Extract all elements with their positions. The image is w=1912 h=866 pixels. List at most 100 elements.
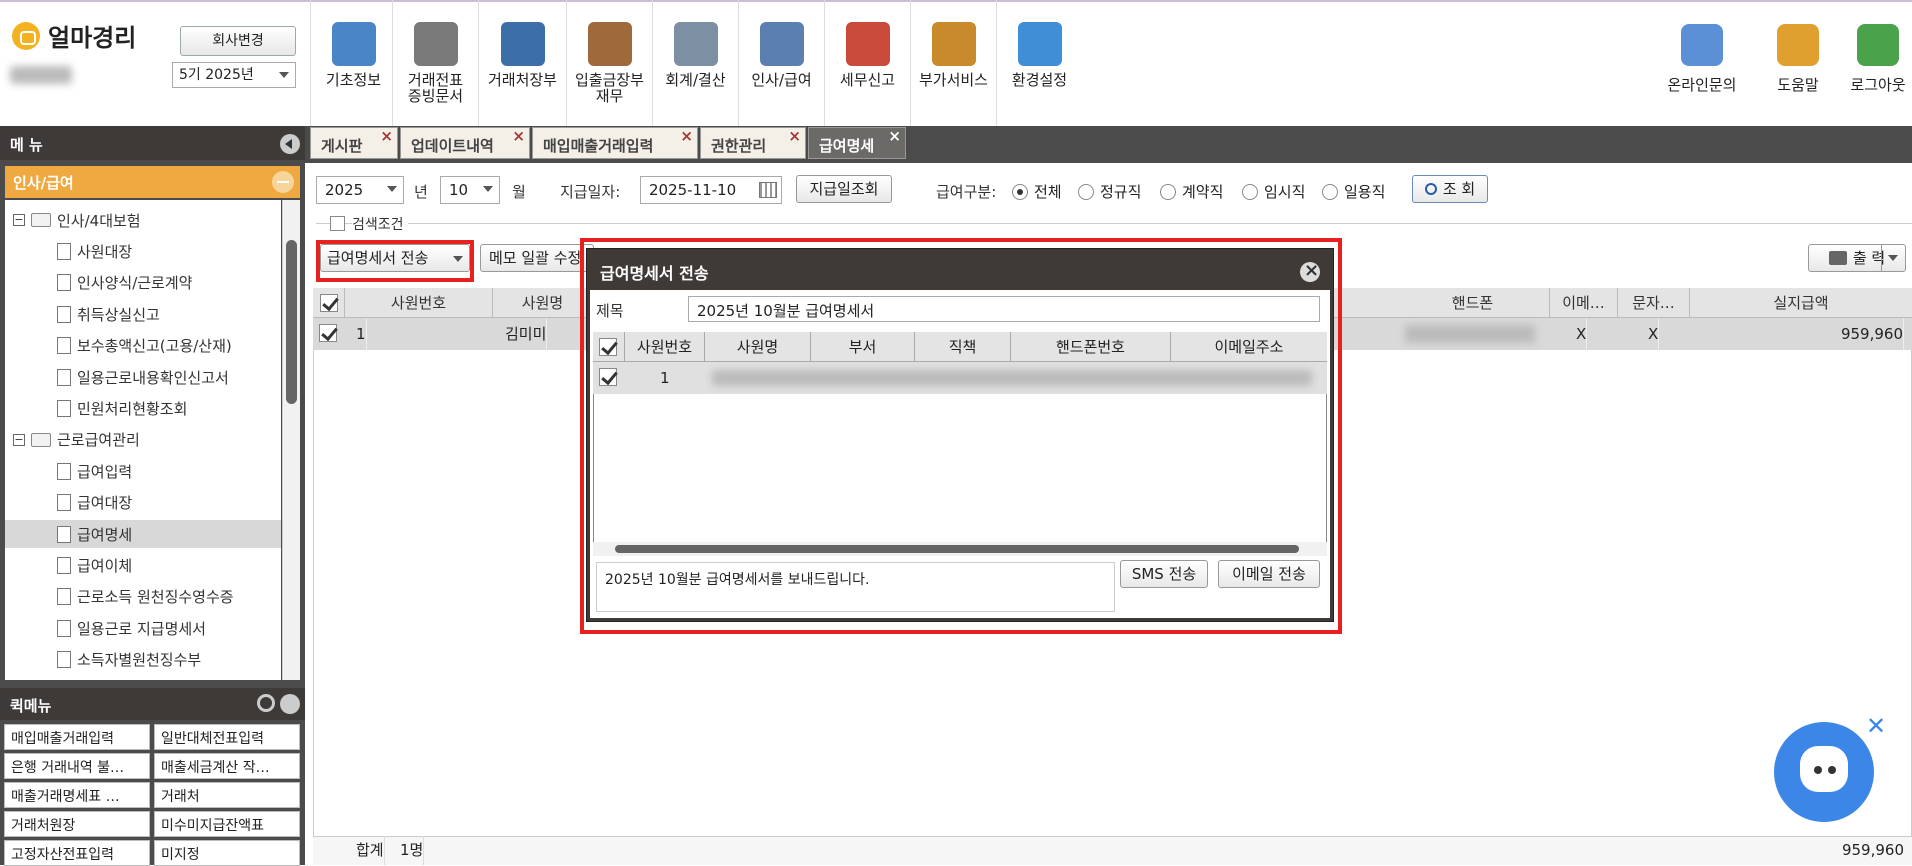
topmenu-4[interactable]: 회계/결산 — [652, 0, 738, 126]
tab-0[interactable]: 게시판 × — [310, 127, 398, 159]
col-sms[interactable]: 문자… — [1618, 288, 1690, 318]
tree-scrollbar[interactable] — [282, 200, 300, 680]
topright-0[interactable]: 온라인문의 — [1660, 0, 1744, 126]
tree-item[interactable]: 일용근로 지급명세서 — [5, 614, 281, 642]
tree-item[interactable]: 사원대장 — [5, 237, 281, 265]
close-tab-icon[interactable]: × — [888, 127, 901, 145]
print-dropdown[interactable] — [1881, 245, 1905, 271]
tree-item[interactable]: 근로소득 원천징수영수증 — [5, 583, 281, 611]
dcol-position[interactable]: 직책 — [915, 332, 1011, 362]
chatbot-button[interactable] — [1774, 722, 1874, 822]
pay-type-radio[interactable]: 정규직 — [1078, 181, 1141, 202]
select-all-cell[interactable] — [313, 288, 345, 318]
tab-3[interactable]: 권한관리 × — [700, 127, 806, 159]
quick-menu-item[interactable]: 미지정 — [154, 840, 300, 866]
email-send-button[interactable]: 이메일 전송 — [1218, 560, 1320, 588]
pay-date-lookup-button[interactable]: 지급일조회 — [796, 175, 892, 203]
pay-type-radio[interactable]: 계약직 — [1160, 181, 1223, 202]
tree-item[interactable]: 소득자별원천징수부 — [5, 646, 281, 674]
quick-menu-item[interactable]: 매입매출거래입력 — [4, 724, 150, 750]
dcol-phone[interactable]: 핸드폰번호 — [1011, 332, 1171, 362]
close-tab-icon[interactable]: × — [380, 127, 393, 145]
select-all-checkbox[interactable] — [320, 294, 338, 312]
topmenu-8[interactable]: 환경설정 — [996, 0, 1082, 126]
dcol-dept[interactable]: 부서 — [811, 332, 915, 362]
pay-type-radio[interactable]: 일용직 — [1322, 181, 1385, 202]
horizontal-scrollbar[interactable] — [593, 542, 1327, 556]
tab-2[interactable]: 매입매출거래입력 × — [532, 127, 698, 159]
topmenu-2[interactable]: 거래처장부 — [478, 0, 566, 126]
tree-item[interactable]: 민원처리현황조회 — [5, 394, 281, 422]
quick-menu-item[interactable]: 거래처원장 — [4, 811, 150, 837]
dcol-employee-no[interactable]: 사원번호 — [625, 332, 705, 362]
radio-circle[interactable] — [1322, 183, 1338, 200]
topmenu-1[interactable]: 거래전표 증빙문서 — [392, 0, 478, 126]
close-tab-icon[interactable]: × — [788, 127, 801, 145]
sms-send-button[interactable]: SMS 전송 — [1120, 560, 1208, 588]
quick-menu-item[interactable]: 매출거래명세표 … — [4, 782, 150, 808]
col-phone[interactable]: 핸드폰 — [1396, 288, 1550, 318]
tab-4[interactable]: 급여명세 × — [808, 127, 906, 159]
recipient-select-all-checkbox[interactable] — [599, 338, 617, 356]
change-company-button[interactable]: 회사변경 — [180, 26, 296, 56]
quick-menu-item[interactable]: 매출세금계산 작… — [154, 753, 300, 779]
tree-item[interactable]: 인사양식/근로계약 — [5, 269, 281, 297]
recipient-row-checkbox[interactable] — [599, 368, 617, 386]
tree-item[interactable]: 취득상실신고 — [5, 300, 281, 328]
quick-menu-item[interactable]: 일반대체전표입력 — [154, 724, 300, 750]
topright-1[interactable]: 도움말 — [1756, 0, 1840, 126]
tree-item[interactable]: 급여이체 — [5, 551, 281, 579]
year-select[interactable]: 2025 — [316, 176, 404, 204]
period-select[interactable]: 5기 2025년 — [172, 62, 296, 88]
col-net-pay[interactable]: 실지급액 — [1690, 288, 1912, 318]
close-tab-icon[interactable]: × — [680, 127, 693, 145]
tree-item[interactable]: 급여입력 — [5, 457, 281, 485]
pay-type-radio[interactable]: 전체 — [1012, 181, 1062, 202]
scroll-thumb[interactable] — [615, 545, 1299, 553]
print-button[interactable]: 출 력 — [1808, 244, 1906, 272]
minus-icon[interactable] — [272, 171, 294, 193]
dcol-email[interactable]: 이메일주소 — [1171, 332, 1327, 362]
recipient-select-all[interactable] — [593, 332, 625, 362]
scroll-thumb[interactable] — [286, 240, 297, 404]
search-button[interactable]: 조 회 — [1412, 175, 1488, 203]
close-icon[interactable]: ✕ — [1866, 712, 1886, 740]
chevron-down-icon[interactable] — [280, 694, 300, 714]
tree-item[interactable]: 급여명세 — [5, 520, 281, 548]
quick-menu-item[interactable]: 고정자산전표입력 — [4, 840, 150, 866]
menu-section-hr-payroll[interactable]: 인사/급여 — [5, 166, 300, 198]
pay-type-radio[interactable]: 임시직 — [1242, 181, 1305, 202]
tab-1[interactable]: 업데이트내역 × — [400, 127, 530, 159]
collapse-left-icon[interactable] — [280, 134, 300, 154]
tree-item[interactable]: 급여대장 — [5, 489, 281, 517]
close-tab-icon[interactable]: × — [512, 127, 525, 145]
bulk-memo-edit-button[interactable]: 메모 일괄 수정 — [480, 244, 594, 272]
message-textarea[interactable]: 2025년 10월분 급여명세서를 보내드립니다. — [596, 562, 1115, 612]
dcol-name[interactable]: 사원명 — [705, 332, 811, 362]
search-condition-checkbox[interactable] — [330, 216, 345, 231]
subject-input[interactable]: 2025년 10월분 급여명세서 — [688, 296, 1320, 322]
topmenu-3[interactable]: 입출금장부 재무 — [566, 0, 652, 126]
col-employee-no[interactable]: 사원번호 — [345, 288, 493, 318]
topmenu-0[interactable]: 기초정보 — [310, 0, 396, 126]
calendar-icon[interactable] — [759, 182, 777, 198]
radio-circle[interactable] — [1012, 183, 1028, 200]
tree-item[interactable]: 일용근로내용확인신고서 — [5, 363, 281, 391]
topright-2[interactable]: 로그아웃 — [1836, 0, 1912, 126]
topmenu-7[interactable]: 부가서비스 — [910, 0, 996, 126]
radio-circle[interactable] — [1242, 183, 1258, 200]
quick-menu-item[interactable]: 은행 거래내역 불… — [4, 753, 150, 779]
topmenu-5[interactable]: 인사/급여 — [738, 0, 824, 126]
tree-item[interactable]: 보수총액신고(고용/산재) — [5, 332, 281, 360]
expand-minus-icon[interactable]: − — [13, 433, 25, 446]
gear-icon[interactable] — [257, 694, 275, 712]
radio-circle[interactable] — [1078, 183, 1094, 200]
col-email[interactable]: 이메… — [1550, 288, 1618, 318]
tree-item[interactable]: − 근로급여관리 — [5, 426, 281, 454]
row-checkbox[interactable] — [319, 324, 337, 342]
pay-date-input[interactable]: 2025-11-10 — [640, 176, 782, 204]
quick-menu-item[interactable]: 거래처 — [154, 782, 300, 808]
radio-circle[interactable] — [1160, 183, 1176, 200]
quick-menu-item[interactable]: 미수미지급잔액표 — [154, 811, 300, 837]
close-icon[interactable] — [1300, 260, 1320, 282]
